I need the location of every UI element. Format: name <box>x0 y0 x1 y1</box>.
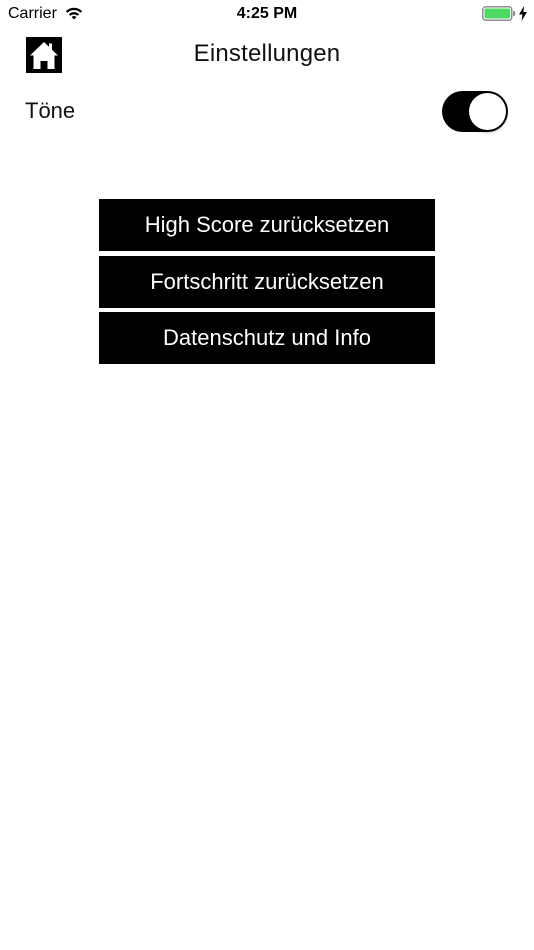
page-title: Einstellungen <box>193 40 341 67</box>
status-bar: Carrier 4:25 PM <box>0 0 534 28</box>
battery-icon <box>482 6 516 21</box>
charging-icon <box>518 6 528 21</box>
toggle-knob <box>469 93 506 130</box>
reset-highscore-button[interactable]: High Score zurücksetzen <box>99 199 435 251</box>
sound-toggle[interactable] <box>442 91 508 132</box>
reset-progress-button[interactable]: Fortschritt zurücksetzen <box>99 256 435 308</box>
sound-label: Töne <box>25 98 76 123</box>
privacy-info-button[interactable]: Datenschutz und Info <box>99 312 435 364</box>
status-time: 4:25 PM <box>236 5 298 22</box>
